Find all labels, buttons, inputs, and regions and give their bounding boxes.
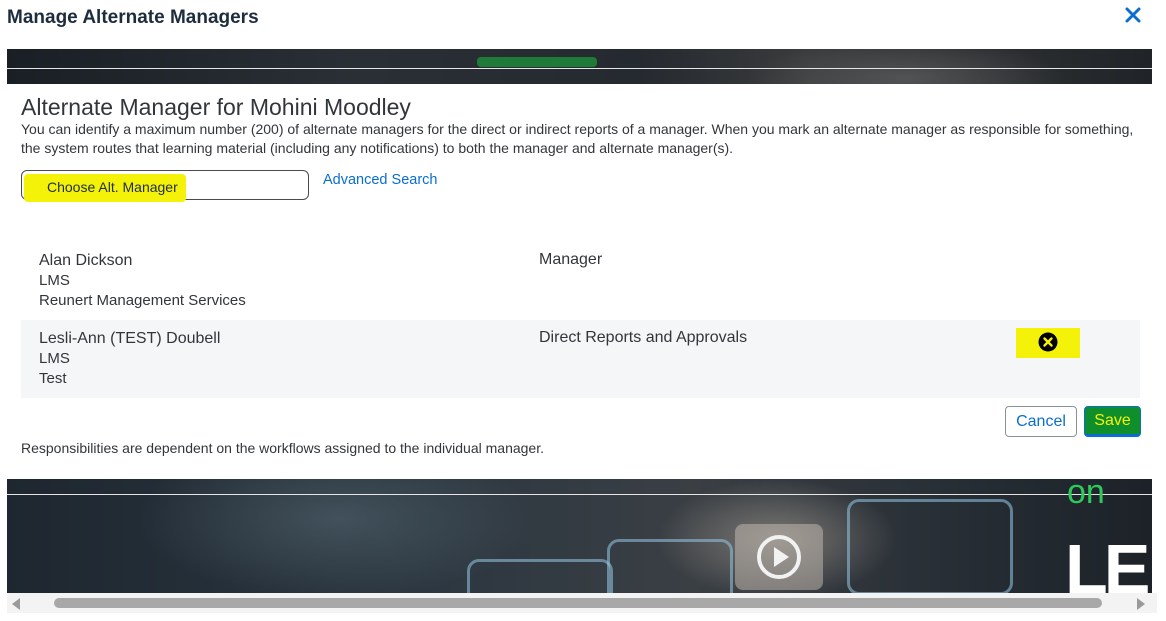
footnote: Responsibilities are dependent on the wo… [21, 440, 544, 456]
section-title: Alternate Manager for Mohini Moodley [21, 94, 411, 120]
section-description: You can identify a maximum number (200) … [21, 121, 1134, 156]
advanced-search-link[interactable]: Advanced Search [323, 172, 437, 188]
manager-info: Lesli-Ann (TEST) Doubell LMS Test [39, 329, 220, 389]
remove-circle-icon[interactable] [1038, 332, 1058, 352]
scrollbar-thumb[interactable] [54, 598, 1102, 608]
manager-responsibility: Manager [539, 251, 603, 268]
close-icon[interactable] [1122, 3, 1144, 27]
cancel-button[interactable]: Cancel [1005, 406, 1077, 437]
manager-info: Alan Dickson LMS Reunert Management Serv… [39, 251, 246, 311]
save-button[interactable]: Save [1084, 406, 1141, 437]
manager-org: LMS [39, 350, 70, 367]
play-icon [735, 524, 823, 590]
banner-image-bottom: on LE [7, 479, 1152, 593]
manager-responsibility: Direct Reports and Approvals [539, 329, 748, 346]
manager-dept: Test [39, 370, 67, 387]
manager-name: Lesli-Ann (TEST) Doubell [39, 330, 221, 347]
manager-name: Alan Dickson [39, 252, 133, 269]
horizontal-scrollbar[interactable] [7, 593, 1157, 613]
scroll-left-icon[interactable] [12, 598, 20, 610]
choose-alt-manager-label: Choose Alt. Manager [47, 179, 178, 195]
scroll-right-icon[interactable] [1137, 598, 1145, 610]
manager-row: Alan Dickson LMS Reunert Management Serv… [21, 248, 1140, 318]
manager-row: Lesli-Ann (TEST) Doubell LMS Test Direct… [21, 320, 1140, 398]
choose-alt-manager-input[interactable]: Choose Alt. Manager [21, 170, 309, 202]
manager-org: LMS [39, 272, 70, 289]
dialog-title: Manage Alternate Managers [7, 7, 259, 28]
manager-dept: Reunert Management Services [39, 292, 246, 309]
banner-image-top [7, 49, 1152, 84]
